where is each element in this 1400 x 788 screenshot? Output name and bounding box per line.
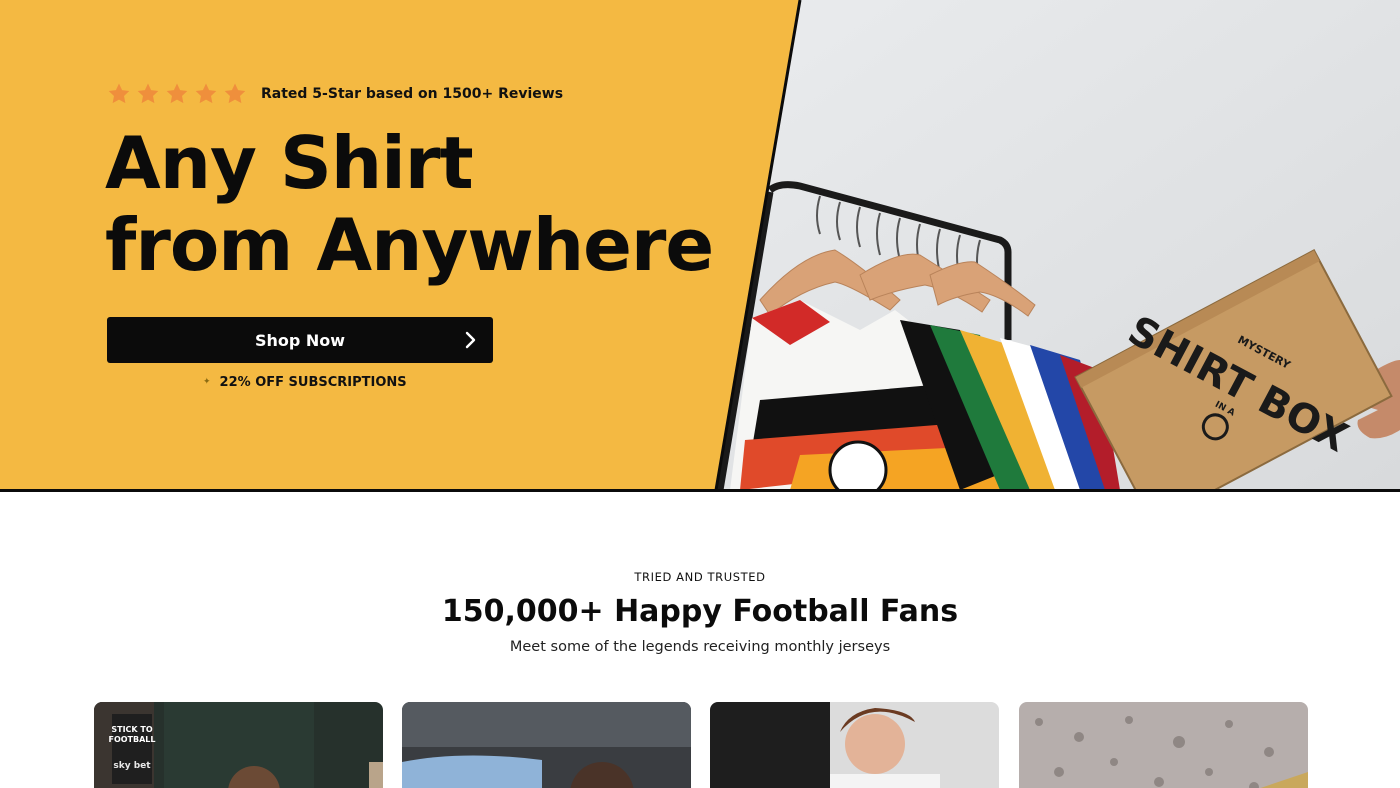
fan-video-card[interactable]: STICK TO FOOTBALL sky bet: [94, 702, 383, 788]
section-eyebrow: TRIED AND TRUSTED: [634, 570, 766, 584]
card-badge-line-2: FOOTBALL: [108, 735, 155, 744]
card-sponsor-logo: sky bet: [113, 761, 151, 771]
star-icon: [224, 83, 246, 104]
shop-now-label: Shop Now: [254, 330, 346, 350]
fan-video-card[interactable]: [1019, 702, 1308, 788]
hero-headline-line-2: from Anywhere: [105, 203, 714, 287]
star-icon: [166, 83, 188, 104]
star-icon: [137, 83, 159, 104]
shop-now-button[interactable]: Shop Now: [107, 317, 493, 363]
chevron-right-icon: [465, 331, 476, 349]
promo-text: 22% OFF SUBSCRIPTIONS: [219, 374, 407, 390]
subscription-promo: ✦ 22% OFF SUBSCRIPTIONS: [203, 372, 407, 392]
star-icon: [195, 83, 217, 104]
fan-video-grid: STICK TO FOOTBALL sky bet: [94, 702, 1308, 788]
rating-row: Rated 5-Star based on 1500+ Reviews: [107, 80, 563, 108]
sparkle-icon: ✦: [203, 377, 211, 387]
star-icon: [108, 83, 130, 104]
section-subtitle: Meet some of the legends receiving month…: [509, 639, 891, 655]
hero-headline-line-1: Any Shirt: [105, 121, 474, 205]
hero-banner: MYSTERY SHIRT BOX IN A Rated 5-Star base…: [0, 0, 1400, 492]
star-rating: [107, 82, 247, 106]
hero-divider: [0, 489, 1400, 492]
hero-headline: Any Shirt from Anywhere: [105, 122, 725, 286]
card-badge-line-1: STICK TO: [111, 725, 153, 734]
rating-text: Rated 5-Star based on 1500+ Reviews: [261, 86, 564, 102]
section-title: 150,000+ Happy Football Fans: [441, 594, 959, 629]
fan-video-card[interactable]: [402, 702, 691, 788]
fan-video-card[interactable]: [710, 702, 999, 788]
